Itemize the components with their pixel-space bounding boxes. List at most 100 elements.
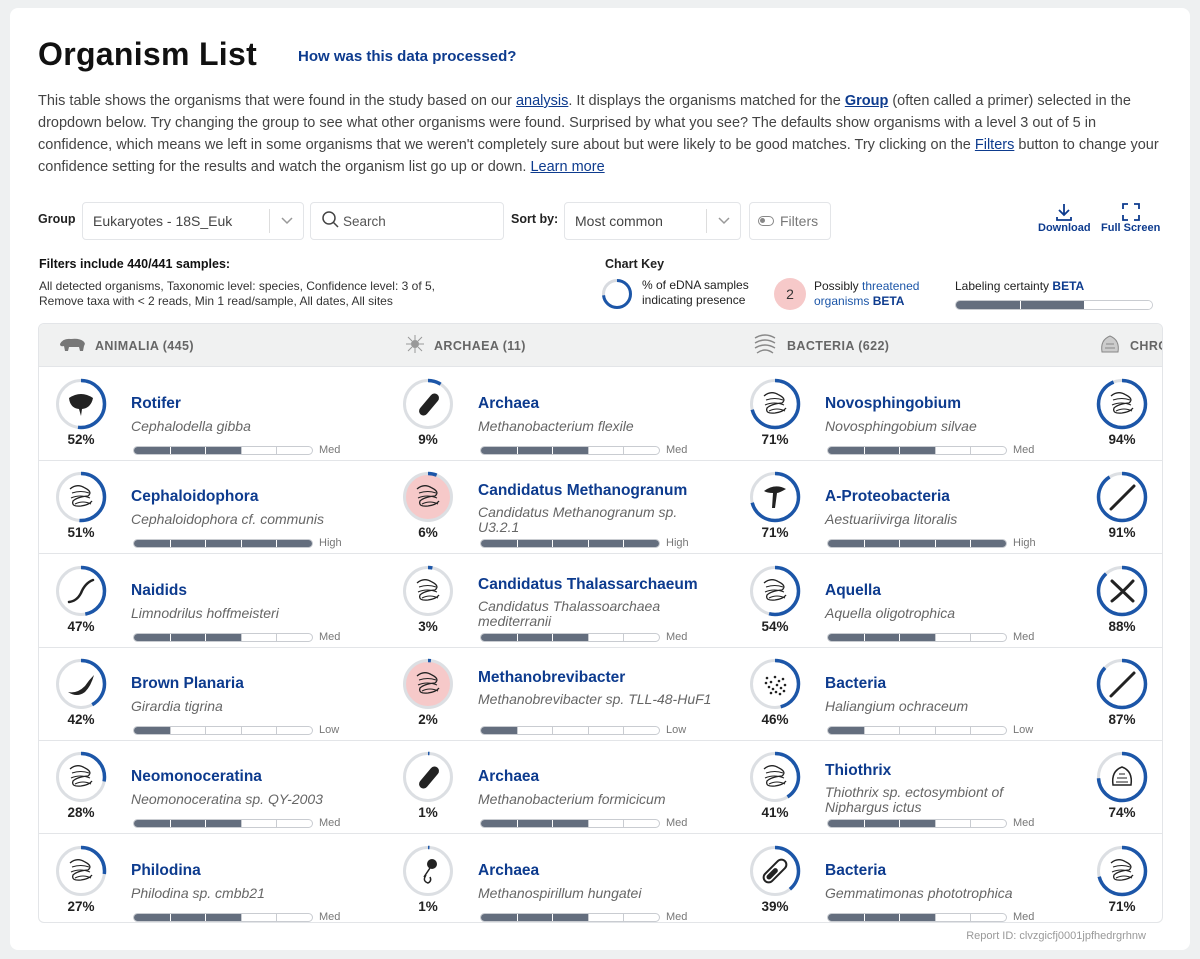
organism-name[interactable]: Philodina [131,862,201,880]
fullscreen-button[interactable]: Full Screen [1101,202,1160,234]
intro-text-1: This table shows the organisms that were… [38,93,516,109]
certainty-label: Labeling certainty [955,279,1053,293]
organism-name[interactable]: Archaea [478,768,539,786]
confidence-label: Med [666,817,688,830]
organism-cell[interactable]: 87% [1080,648,1162,741]
presence-percent: 94% [1108,432,1136,447]
organism-name[interactable]: Archaea [478,395,539,413]
scientific-name: Methanobacterium flexile [478,418,634,434]
organism-cell[interactable]: 27% Philodina Philodina sp. cmbb21 Med [39,835,386,922]
presence-percent: 28% [67,805,95,821]
organism-name[interactable]: Novosphingobium [825,395,961,413]
organism-cell[interactable]: 88% [1080,555,1162,648]
group-select[interactable]: Eukaryotes - 18S_Euk [82,202,304,240]
organism-name[interactable]: Brown Planaria [131,675,244,693]
presence-percent: 52% [67,432,95,447]
scientific-name: Methanospirillum hungatei [478,884,642,901]
organism-name[interactable]: Candidatus Thalassarchaeum [478,576,698,594]
organism-cell[interactable]: 46% Bacteria Haliangium ochraceum Low [733,648,1080,741]
analysis-link[interactable]: analysis [516,93,568,109]
organism-cell[interactable]: 51% Cephaloidophora Cephaloidophora cf. co… [39,461,386,554]
presence-percent: 88% [1108,618,1136,634]
organism-name[interactable]: A-Proteobacteria [825,488,950,506]
edna-ring-icon [602,279,632,309]
column-header-label: CHROMISTA [1130,338,1162,353]
filters-link[interactable]: Filters [975,137,1014,153]
scientific-name: Neomonoceratina sp. QY-2003 [131,791,323,808]
squiggle-icon [1096,845,1148,896]
organism-cell[interactable]: 6% Candidatus Methanogranum Candidatus Met… [386,461,733,554]
filters-button[interactable]: Filters [749,202,831,240]
organism-name[interactable]: Archaea [478,862,539,880]
confidence-label: Low [666,723,687,736]
organism-cell[interactable]: 91% [1080,461,1162,554]
organism-name[interactable]: Thiothrix [825,762,891,780]
organism-cell[interactable]: 28% Neomonoceratina Neomonoceratina sp. QY… [39,741,386,834]
organism-cell[interactable]: 2% Methanobrevibacter Methanobrevibacter s… [386,648,733,741]
column-header-3: CHROMISTA [1098,324,1162,367]
confidence-bar [827,725,1007,735]
organism-name[interactable]: Neomonoceratina [131,768,262,786]
presence-percent: 3% [418,618,438,634]
search-input[interactable] [343,213,493,229]
diagonal-rod-icon [1096,658,1148,710]
sort-select[interactable]: Most common [564,202,741,240]
threatened-link[interactable]: threatened [862,279,919,293]
search-box[interactable] [310,202,504,240]
group-link[interactable]: Group [845,93,889,109]
scientific-name: Aquella oligotrophica [825,604,955,621]
presence-percent: 42% [67,711,95,727]
organism-cell[interactable]: 74% [1080,741,1162,834]
organism-cell[interactable]: 71% [1080,835,1162,923]
organism-name[interactable]: Cephaloidophora [131,488,258,506]
threat-count-badge: 2 [774,278,806,310]
organism-cell[interactable]: 1% Archaea Methanobacterium formicicum Med [386,741,733,834]
organism-name[interactable]: Methanobrevibacter [478,669,625,687]
planaria-icon [55,658,107,710]
presence-percent: 71% [761,525,789,541]
how-processed-link[interactable]: How was this data processed? [298,48,516,65]
download-button[interactable]: Download [1038,202,1091,234]
capsule-icon [749,845,801,896]
group-select-value: Eukaryotes - 18S_Euk [93,213,233,229]
organism-name[interactable]: Candidatus Methanogranum [478,482,687,500]
presence-percent: 71% [761,432,789,447]
confidence-label: High [666,537,689,550]
presence-percent: 6% [418,525,438,541]
scientific-name: Novosphingobium silvae [825,418,977,434]
organism-cell[interactable]: 1% Archaea Methanospirillum hungatei Med [386,835,733,922]
squiggle-icon [55,845,107,896]
organism-cell[interactable]: 94% [1080,368,1162,461]
confidence-label: Med [319,817,341,830]
fullscreen-label: Full Screen [1101,222,1161,234]
organism-name[interactable]: Naidids [131,582,187,600]
confidence-label: Med [1013,910,1035,923]
organism-cell[interactable]: 52% Rotifer Cephalodella gibba Med [39,368,386,461]
organism-cell[interactable]: 71% Novosphingobium Novosphingobium silvae… [733,368,1080,461]
table-header: ANIMALIA (445) ARCHAEA (11) BACTERIA (622)… [39,324,1162,367]
confidence-label: High [1013,537,1036,550]
scientific-name: Candidatus Methanogranum sp. U3.2.1 [478,504,678,536]
filters-summary-text: All detected organisms, Taxonomic level:… [39,279,435,308]
organism-name[interactable]: Bacteria [825,675,886,693]
toggle-icon [758,216,774,226]
organism-name[interactable]: Bacteria [825,862,886,880]
scientific-name: Haliangium ochraceum [825,697,969,714]
organism-cell[interactable]: 42% Brown Planaria Girardia tigrina Low [39,648,386,741]
organism-name[interactable]: Rotifer [131,395,181,413]
squiggle-icon [55,472,107,523]
confidence-bar [133,632,313,642]
organism-cell[interactable]: 3% Candidatus Thalassarchaeum Candidatus T… [386,555,733,648]
organism-cell[interactable]: 54% Aquella Aquella oligotrophica Med [733,555,1080,648]
organism-cell[interactable]: 47% Naidids Limnodrilus hoffmeisteri Med [39,555,386,648]
presence-percent: 71% [1108,898,1136,914]
organism-name[interactable]: Aquella [825,582,881,600]
organism-cell[interactable]: 9% Archaea Methanobacterium flexile Med [386,368,733,461]
organism-cell[interactable]: 71% A-Proteobacteria Aestuariivirga litora… [733,461,1080,554]
organism-cell[interactable]: 39% Bacteria Gemmatimonas phototrophica Med [733,835,1080,923]
download-label: Download [1038,222,1091,234]
organism-cell[interactable]: 41% Thiothrix Thiothrix sp. ectosymbiont o… [733,741,1080,834]
scientific-name: Methanobrevibacter sp. TLL-48-HuF1 [478,690,712,707]
learn-more-link[interactable]: Learn more [530,159,604,175]
threat-prefix: Possibly [814,279,863,293]
